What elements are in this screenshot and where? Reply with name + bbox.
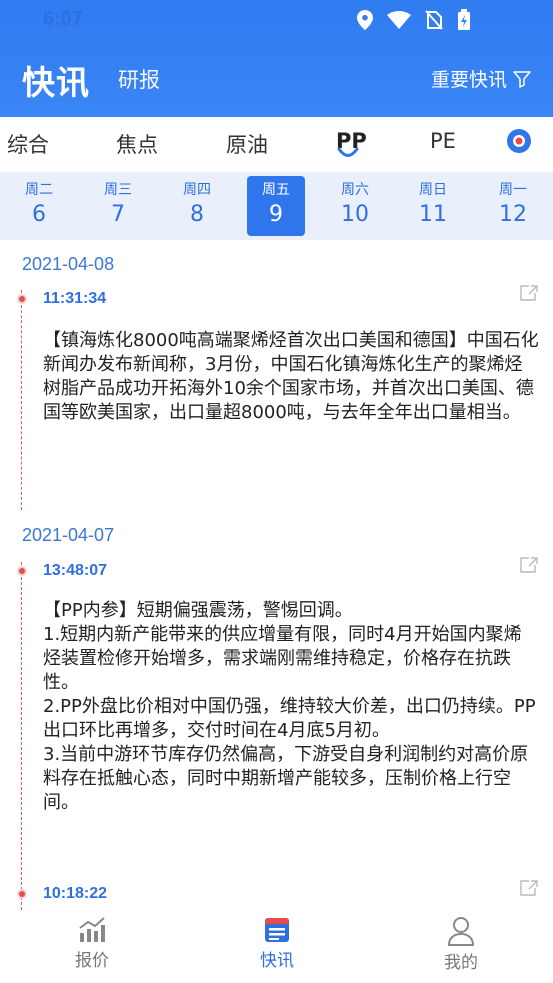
share-icon[interactable] — [519, 556, 539, 574]
day-number: 12 — [499, 202, 527, 227]
nav-label: 快讯 — [260, 951, 294, 971]
tab-comprehensive[interactable]: 综合 — [7, 129, 49, 159]
day-sat[interactable]: 周六 10 — [326, 176, 384, 236]
timeline-dot — [17, 566, 27, 576]
tab-pe[interactable]: PE — [430, 129, 456, 153]
news-feed[interactable]: 2021-04-08 11:31:34 【镇海炼化8000吨高端聚烯烃首次出口美… — [0, 240, 553, 910]
user-icon — [447, 917, 475, 946]
weekday-label: 周一 — [499, 182, 527, 198]
weekday-label: 周三 — [104, 182, 132, 198]
day-sun[interactable]: 周日 11 — [404, 176, 462, 236]
day-number: 9 — [269, 202, 283, 227]
category-tabs: 综合 焦点 原油 PP PE — [0, 117, 553, 172]
more-categories-icon[interactable] — [506, 128, 532, 154]
nav-news[interactable]: 快讯 — [237, 916, 317, 971]
day-thu[interactable]: 周四 8 — [168, 176, 226, 236]
weekday-label: 周六 — [341, 182, 369, 198]
nav-profile[interactable]: 我的 — [421, 916, 501, 973]
day-mon[interactable]: 周一 12 — [484, 176, 542, 236]
weekday-label: 周二 — [25, 182, 53, 198]
news-time: 13:48:07 — [43, 562, 108, 579]
nav-label: 报价 — [75, 951, 109, 971]
weekday-label: 周日 — [419, 182, 447, 198]
status-time: 6:07 — [43, 8, 84, 30]
day-number: 6 — [32, 202, 46, 227]
app-header: 6:07 快讯 研报 重要快讯 — [0, 0, 553, 117]
day-number: 7 — [111, 202, 125, 227]
tab-report[interactable]: 研报 — [118, 64, 160, 94]
timeline-dot — [17, 294, 27, 304]
important-news-filter[interactable]: 重要快讯 — [431, 65, 531, 92]
day-tue[interactable]: 周二 6 — [10, 176, 68, 236]
day-wed[interactable]: 周三 7 — [89, 176, 147, 236]
timeline-line — [21, 562, 22, 910]
share-icon[interactable] — [519, 284, 539, 302]
news-content: 【镇海炼化8000吨高端聚烯烃首次出口美国和德国】中国石化新闻办发布新闻称，3月… — [43, 330, 539, 423]
news-icon — [265, 918, 289, 942]
tab-focus[interactable]: 焦点 — [116, 129, 158, 159]
nav-label: 我的 — [444, 953, 478, 973]
filter-icon — [513, 70, 531, 88]
status-bar: 6:07 — [0, 0, 553, 40]
bottom-nav: 报价 快讯 我的 — [0, 910, 553, 983]
news-content: 【PP内参】短期偏强震荡，警惕回调。 1.短期内新产能带来的供应增量有限，同时4… — [43, 600, 536, 813]
news-time: 11:31:34 — [43, 290, 107, 307]
day-selector: 周二 6 周三 7 周四 8 周五 9 周六 10 周日 11 周一 12 — [0, 172, 553, 240]
nav-quotes[interactable]: 报价 — [52, 916, 132, 971]
weekday-label: 周五 — [262, 182, 290, 198]
active-tab-indicator — [337, 147, 359, 157]
day-number: 11 — [419, 202, 447, 227]
page-title[interactable]: 快讯 — [22, 56, 90, 104]
news-time: 10:18:22 — [43, 885, 108, 902]
tab-crude-oil[interactable]: 原油 — [226, 129, 268, 159]
important-news-label: 重要快讯 — [430, 69, 507, 91]
timeline-dot — [17, 889, 27, 899]
feed-date: 2021-04-07 — [22, 525, 115, 545]
feed-date: 2021-04-08 — [22, 254, 115, 274]
day-fri-selected[interactable]: 周五 9 — [247, 176, 305, 236]
day-number: 10 — [341, 202, 369, 227]
timeline-line — [21, 290, 22, 510]
weekday-label: 周四 — [183, 182, 211, 198]
share-icon[interactable] — [519, 879, 539, 897]
chart-icon — [79, 917, 105, 942]
day-number: 8 — [190, 202, 204, 227]
